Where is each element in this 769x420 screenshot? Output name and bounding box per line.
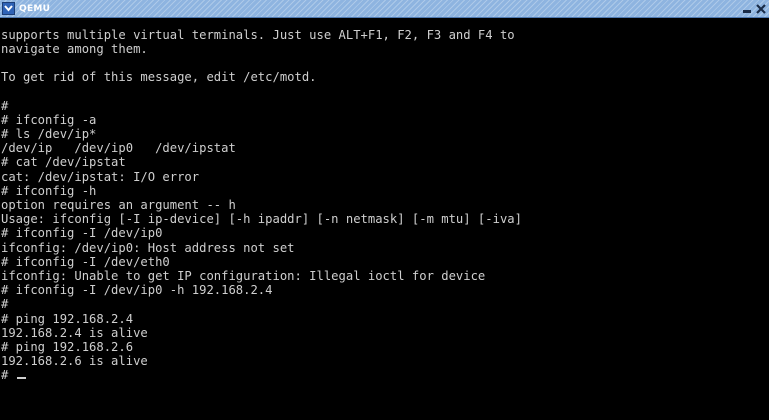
window-title: QEMU [19,4,51,14]
terminal-line: # ping 192.168.2.6 [1,340,134,354]
terminal-line: # ifconfig -I /dev/eth0 [1,255,170,269]
terminal-line: option requires an argument -- h [1,198,236,212]
terminal-line: /dev/ip /dev/ip0 /dev/ipstat [1,141,236,155]
terminal-prompt: # [1,368,16,382]
terminal-line: 192.168.2.4 is alive [1,326,148,340]
terminal-line: cat: /dev/ipstat: I/O error [1,170,200,184]
close-button[interactable] [754,2,768,16]
terminal-line: 192.168.2.6 is alive [1,354,148,368]
terminal-line: # [1,297,9,311]
terminal-line: supports multiple virtual terminals. Jus… [1,28,515,42]
window-menu-button[interactable] [2,2,15,15]
terminal-line: # ping 192.168.2.4 [1,312,134,326]
terminal-line: ifconfig: Unable to get IP configuration… [1,269,486,283]
terminal-screen[interactable]: supports multiple virtual terminals. Jus… [0,18,769,420]
terminal-line: navigate among them. [1,42,148,56]
qemu-window: QEMU supports multiple virtual terminals… [0,0,769,420]
terminal-line: # ifconfig -I /dev/ip0 -h 192.168.2.4 [1,283,273,297]
terminal-line: # ifconfig -I /dev/ip0 [1,226,163,240]
terminal-line: # [1,99,9,113]
minimize-button[interactable] [740,2,754,16]
terminal-line: To get rid of this message, edit /etc/mo… [1,70,317,84]
terminal-line: # ls /dev/ip* [1,127,97,141]
close-icon [756,4,766,14]
terminal-line: Usage: ifconfig [-I ip-device] [-h ipadd… [1,212,522,226]
terminal-line: ifconfig: /dev/ip0: Host address not set [1,241,295,255]
minimize-icon [743,10,751,13]
terminal-prompt-line[interactable]: # [1,368,26,382]
terminal-line: # ifconfig -a [1,113,97,127]
title-bar[interactable]: QEMU [0,0,769,18]
terminal-line: # cat /dev/ipstat [1,155,126,169]
chevron-down-icon [4,5,13,12]
terminal-line: # ifconfig -h [1,184,97,198]
text-cursor [16,377,26,379]
